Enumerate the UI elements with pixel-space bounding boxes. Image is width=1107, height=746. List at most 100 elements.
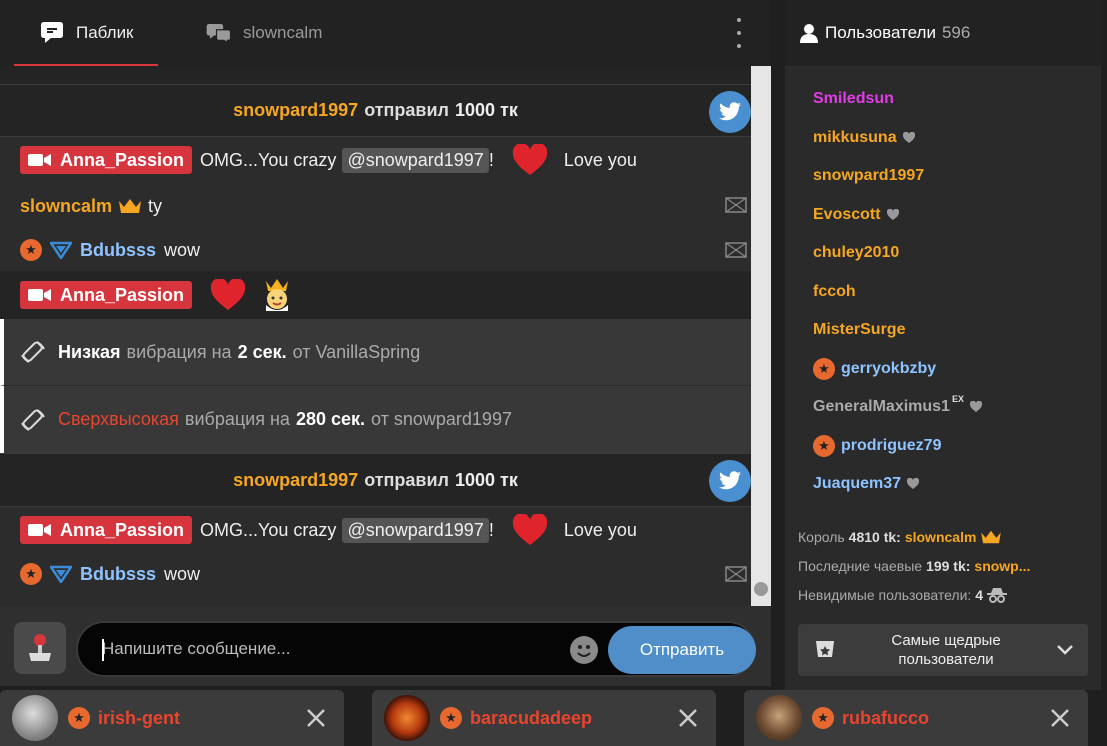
triangle-badge-icon	[50, 565, 72, 583]
list-item[interactable]: Evoscott	[813, 196, 899, 234]
list-item[interactable]: fccoh	[813, 273, 856, 311]
list-item[interactable]: Juaquem37	[813, 465, 920, 503]
twitter-icon[interactable]	[709, 91, 751, 133]
twitter-icon[interactable]	[709, 460, 751, 502]
list-item	[0, 66, 751, 84]
king-emoji-icon	[266, 279, 289, 311]
translate-icon[interactable]	[725, 195, 747, 215]
private-chat-user: ★ irish-gent	[68, 707, 180, 729]
list-item[interactable]: ★ gerryokbzby	[813, 350, 936, 388]
scrollbar[interactable]	[751, 66, 771, 606]
vibration-word: вибрация на	[126, 341, 232, 362]
joystick-button[interactable]	[14, 622, 66, 674]
list-item[interactable]: MisterSurge	[813, 311, 905, 349]
translate-icon[interactable]	[725, 564, 747, 584]
invisible-stat: Невидимые пользователи: 4	[798, 580, 1098, 609]
tab-public[interactable]: Паблик	[14, 0, 157, 66]
message-user[interactable]: Bdubsss	[80, 564, 156, 585]
star-badge-icon: ★	[440, 707, 462, 729]
message-text: OMG...You crazy	[200, 519, 337, 540]
vibration-from: от snowpard1997	[371, 409, 512, 429]
users-count: 596	[941, 23, 971, 42]
close-icon[interactable]	[678, 708, 698, 728]
tab-private[interactable]: slowncalm	[205, 0, 322, 66]
list-item[interactable]: chuley2010	[813, 234, 899, 272]
tip-user[interactable]: snowpard1997	[233, 100, 358, 121]
message-input-wrap: Отправить	[76, 621, 756, 677]
last-tip-amount: 199 tk:	[926, 557, 971, 574]
private-chat-name: irish-gent	[98, 707, 181, 728]
avatar	[756, 695, 802, 741]
tab-private-label: slowncalm	[243, 23, 323, 42]
chat-bubbles-icon	[206, 23, 232, 45]
chat-message: ★ Bdubsss wow	[0, 229, 751, 271]
heart-icon	[969, 401, 982, 412]
king-user[interactable]: slowncalm	[905, 529, 977, 545]
star-badge-icon: ★	[20, 239, 42, 261]
list-item[interactable]: ★ prodriguez79	[813, 427, 941, 465]
translate-icon[interactable]	[725, 240, 747, 260]
chat-message: ★ Bdubsss wow	[0, 553, 751, 595]
camera-icon	[28, 524, 51, 536]
last-tip-label: Последние чаевые	[798, 557, 923, 574]
message-text: ty	[148, 195, 163, 216]
private-chat-tab[interactable]: ★ baracudadeep	[372, 690, 716, 746]
users-panel: Пользователи 596 Smiledsun mikkusuna sno…	[785, 0, 1101, 690]
message-text: wow	[164, 563, 201, 584]
list-item[interactable]: snowpard1997	[813, 157, 924, 195]
king-amount: 4810 tk:	[848, 528, 901, 545]
message-text: wow	[164, 239, 201, 260]
composer: Отправить	[0, 606, 771, 686]
chat-message: Anna_Passion	[0, 271, 751, 319]
star-badge-icon: ★	[813, 435, 835, 457]
message-user[interactable]: slowncalm	[20, 196, 112, 217]
user-name: Evoscott	[813, 206, 881, 223]
vibration-message: Низкая вибрация на 2 сек. от VanillaSpri…	[0, 319, 751, 385]
list-item[interactable]: GeneralMaximus1 EX	[813, 388, 982, 426]
chat-panel: Паблик slowncalm snowpard1997 отправил 1…	[0, 0, 771, 686]
mention[interactable]: @snowpard1997	[342, 517, 489, 543]
message-text: OMG...You crazy	[200, 149, 337, 170]
top-donors-label: Самые щедрые пользователи	[836, 631, 1056, 669]
model-name: Anna_Passion	[60, 284, 185, 305]
private-chat-tab[interactable]: ★ irish-gent	[0, 690, 344, 746]
chat-message: Anna_Passion OMG...You crazy @snowpard19…	[0, 507, 751, 553]
spy-icon	[987, 587, 1008, 603]
message-input[interactable]	[102, 623, 562, 675]
vibration-secs: 2 сек.	[237, 341, 287, 362]
vibration-word: вибрация на	[184, 409, 290, 429]
user-name: chuley2010	[813, 244, 900, 261]
avatar	[384, 695, 430, 741]
close-icon[interactable]	[306, 708, 326, 728]
king-label: Король	[798, 528, 845, 545]
message-user[interactable]: Bdubsss	[80, 240, 156, 261]
tab-public-label: Паблик	[76, 23, 134, 42]
tip-verb: отправил	[364, 469, 449, 490]
close-icon[interactable]	[1050, 708, 1070, 728]
message-love: Love you	[563, 519, 637, 540]
model-badge[interactable]: Anna_Passion	[20, 516, 193, 544]
more-menu-icon[interactable]	[731, 18, 747, 48]
top-donors-dropdown[interactable]: Самые щедрые пользователи	[798, 624, 1088, 676]
user-name: gerryokbzby	[841, 360, 937, 377]
private-chat-tab[interactable]: ★ rubafucco	[744, 690, 1088, 746]
user-name: Smiledsun	[813, 90, 894, 107]
star-badge-icon: ★	[813, 358, 835, 380]
camera-icon	[28, 154, 51, 166]
list-item[interactable]: Smiledsun	[813, 80, 894, 118]
user-name: snowpard1997	[813, 167, 925, 184]
list-item[interactable]: mikkusuna	[813, 119, 915, 157]
emoji-icon[interactable]	[570, 636, 598, 664]
avatar	[12, 695, 58, 741]
model-name: Anna_Passion	[60, 519, 185, 540]
user-name: fccoh	[813, 283, 856, 300]
top-donors-line1: Самые щедрые	[891, 632, 1001, 649]
scrollbar-thumb[interactable]	[754, 582, 768, 596]
send-button[interactable]: Отправить	[608, 626, 756, 674]
model-badge[interactable]: Anna_Passion	[20, 281, 193, 309]
tip-user[interactable]: snowpard1997	[233, 470, 358, 491]
last-tip-user[interactable]: snowp...	[974, 558, 1030, 574]
model-badge[interactable]: Anna_Passion	[20, 146, 193, 174]
tip-verb: отправил	[364, 100, 449, 120]
mention[interactable]: @snowpard1997	[342, 147, 489, 173]
